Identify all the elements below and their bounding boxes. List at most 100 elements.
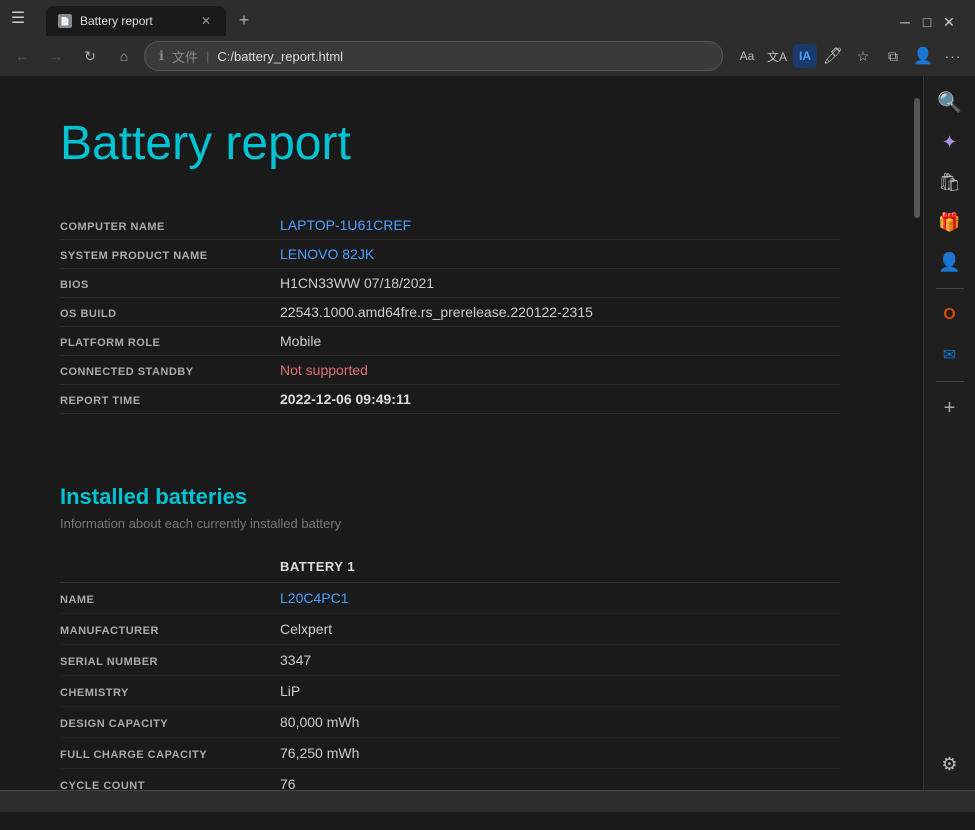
battery-value: L20C4PC1 [280,590,840,606]
sidebar-divider-1 [936,288,964,289]
battery-value: 76 [280,776,840,790]
close-btn[interactable]: ✕ [939,12,959,32]
new-tab-btn[interactable]: + [230,6,258,34]
battery-label: FULL CHARGE CAPACITY [60,749,280,761]
sidebar-outlook-icon[interactable]: ✉ [932,337,968,373]
profile-btn[interactable]: 👤 [909,42,937,70]
content-inner: Battery report COMPUTER NAMELAPTOP-1U61C… [0,76,900,790]
scrollbar[interactable] [911,76,923,790]
battery-value: LiP [280,683,840,699]
info-label: SYSTEM PRODUCT NAME [60,250,280,262]
battery-table: BATTERY 1 NAMEL20C4PC1MANUFACTURERCelxpe… [60,555,840,790]
battery-row: DESIGN CAPACITY80,000 mWh [60,707,840,738]
battery-col-val: BATTERY 1 [280,559,840,574]
battery-row: FULL CHARGE CAPACITY76,250 mWh [60,738,840,769]
battery-label: SERIAL NUMBER [60,656,280,668]
info-row: OS BUILD22543.1000.amd64fre.rs_prereleas… [60,298,840,327]
page-title: Battery report [60,116,840,171]
sidebar-games-icon[interactable]: 🎁 [932,204,968,240]
sidebar-divider-2 [936,381,964,382]
info-value: LENOVO 82JK [280,246,374,262]
translate-btn[interactable]: 文A [763,42,791,70]
ia-btn[interactable]: IA [793,44,817,68]
sidebar-search-icon[interactable]: 🔍 [932,84,968,120]
info-value: Mobile [280,333,321,349]
battery-label: CYCLE COUNT [60,780,280,790]
address-info-icon: ℹ [159,48,164,64]
battery-label: CHEMISTRY [60,687,280,699]
info-value: Not supported [280,362,368,378]
toolbar-icons: Aa 文A IA 🖊 ☆ ⧉ 👤 ··· [733,42,967,70]
tab-title: Battery report [80,14,190,28]
info-value: 2022-12-06 09:49:11 [280,391,411,407]
maximize-btn[interactable]: □ [917,12,937,32]
sidebar-right: 🔍 ✦ 🛍 🎁 👤 O ✉ + ⚙ [923,76,975,790]
battery-value: 80,000 mWh [280,714,840,730]
info-label: CONNECTED STANDBY [60,366,280,378]
forward-btn[interactable]: → [42,42,70,70]
favorites-btn[interactable]: ☆ [849,42,877,70]
browser-layout: Battery report COMPUTER NAMELAPTOP-1U61C… [0,76,975,790]
info-row: CONNECTED STANDBYNot supported [60,356,840,385]
info-label: BIOS [60,279,280,291]
title-bar: ☰ 📄 Battery report ✕ + ─ □ ✕ [0,0,975,36]
battery-row: CHEMISTRYLiP [60,676,840,707]
info-row: SYSTEM PRODUCT NAMELENOVO 82JK [60,240,840,269]
info-row: REPORT TIME2022-12-06 09:49:11 [60,385,840,414]
battery-row: SERIAL NUMBER3347 [60,645,840,676]
battery-row: MANUFACTURERCelxpert [60,614,840,645]
sidebar-add-btn[interactable]: + [932,390,968,426]
batteries-section-title: Installed batteries [60,484,840,510]
address-input[interactable]: ℹ 文件 | C:/battery_report.html [144,41,723,71]
read-aloud-btn[interactable]: Aa [733,42,761,70]
info-value: LAPTOP-1U61CREF [280,217,411,233]
home-btn[interactable]: ⌂ [110,42,138,70]
battery-value: 76,250 mWh [280,745,840,761]
batteries-section: Installed batteries Information about ea… [60,484,840,790]
sidebar-extensions-icon[interactable]: ✦ [932,124,968,160]
system-info-table: COMPUTER NAMELAPTOP-1U61CREFSYSTEM PRODU… [60,211,840,414]
sidebar-shopping-icon[interactable]: 🛍 [932,164,968,200]
minimize-btn[interactable]: ─ [895,12,915,32]
address-url-text: C:/battery_report.html [217,49,343,64]
info-value: H1CN33WW 07/18/2021 [280,275,434,291]
info-label: REPORT TIME [60,395,280,407]
battery-label: DESIGN CAPACITY [60,718,280,730]
active-tab[interactable]: 📄 Battery report ✕ [46,6,226,36]
battery-col-label [60,559,280,574]
battery-header-row: BATTERY 1 [60,555,840,583]
scrollbar-thumb[interactable] [914,98,920,218]
batteries-section-subtitle: Information about each currently install… [60,516,840,531]
battery-value: 3347 [280,652,840,668]
info-row: COMPUTER NAMELAPTOP-1U61CREF [60,211,840,240]
info-value: 22543.1000.amd64fre.rs_prerelease.220122… [280,304,593,320]
window-controls: ☰ [8,8,28,28]
status-bar [0,790,975,812]
tabs-bar: 📄 Battery report ✕ + ─ □ ✕ [38,0,967,36]
more-btn[interactable]: ··· [939,42,967,70]
info-row: BIOSH1CN33WW 07/18/2021 [60,269,840,298]
info-row: PLATFORM ROLEMobile [60,327,840,356]
tab-close-btn[interactable]: ✕ [198,13,214,29]
sidebar-office-icon[interactable]: O [932,297,968,333]
info-label: OS BUILD [60,308,280,320]
sidebar-social-icon[interactable]: 👤 [932,244,968,280]
address-file-label: 文件 [172,47,198,66]
info-label: PLATFORM ROLE [60,337,280,349]
collections-btn[interactable]: 🖊 [819,42,847,70]
main-content: Battery report COMPUTER NAMELAPTOP-1U61C… [0,76,911,790]
battery-label: NAME [60,594,280,606]
sidebar-toggle-btn[interactable]: ☰ [8,8,28,28]
battery-row: NAMEL20C4PC1 [60,583,840,614]
refresh-btn[interactable]: ↻ [76,42,104,70]
address-bar: ← → ↻ ⌂ ℹ 文件 | C:/battery_report.html Aa… [0,36,975,76]
split-btn[interactable]: ⧉ [879,42,907,70]
back-btn[interactable]: ← [8,42,36,70]
sidebar-settings-icon[interactable]: ⚙ [932,746,968,782]
battery-label: MANUFACTURER [60,625,280,637]
address-separator: | [206,49,209,64]
tab-favicon: 📄 [58,14,72,28]
battery-value: Celxpert [280,621,840,637]
battery-row: CYCLE COUNT76 [60,769,840,790]
info-label: COMPUTER NAME [60,221,280,233]
